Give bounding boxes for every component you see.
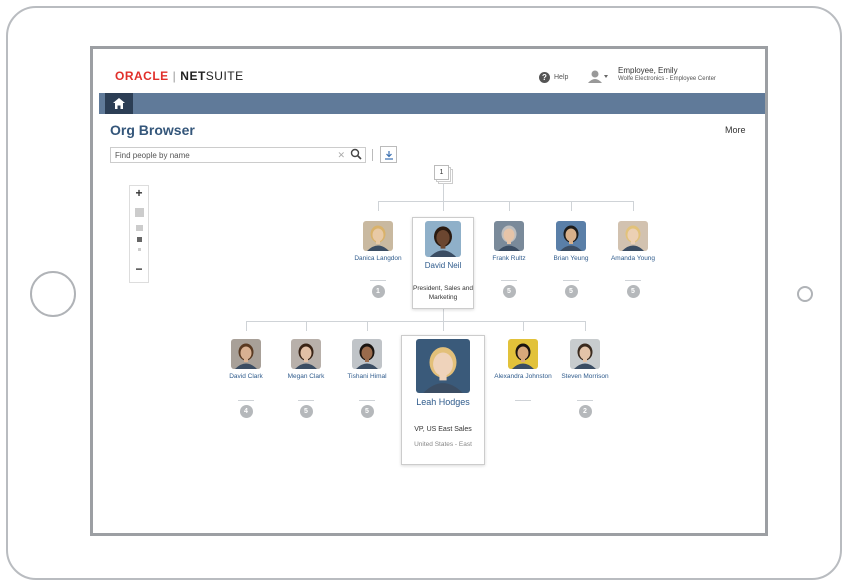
zoom-in-icon[interactable]: + <box>130 186 148 200</box>
direct-reports-badge[interactable]: 2 <box>578 405 592 418</box>
connector <box>443 183 444 201</box>
export-icon <box>384 150 393 160</box>
connector <box>443 309 444 321</box>
zoom-control: + − <box>129 185 149 283</box>
tablet-home-button <box>30 271 76 317</box>
connector <box>246 321 586 322</box>
help-icon: ? <box>539 72 550 83</box>
person-photo[interactable] <box>231 339 261 369</box>
tablet-camera <box>797 286 813 302</box>
connector <box>367 321 368 331</box>
connector <box>501 280 517 281</box>
connector <box>563 280 579 281</box>
toolbar-divider <box>372 149 373 161</box>
nav-bar <box>99 93 765 114</box>
person-photo[interactable] <box>425 221 461 257</box>
zoom-out-icon[interactable]: − <box>130 262 148 276</box>
connector <box>625 280 641 281</box>
user-icon[interactable] <box>587 69 609 83</box>
home-icon <box>113 98 125 109</box>
person-name[interactable]: Danica Langdon <box>348 255 408 263</box>
person-photo[interactable] <box>556 221 586 251</box>
suite-wordmark: SUITE <box>205 69 244 83</box>
connector <box>633 201 634 211</box>
person-name[interactable]: Megan Clark <box>276 373 336 381</box>
direct-reports-badge[interactable]: 5 <box>626 285 640 298</box>
direct-reports-badge[interactable]: 5 <box>360 405 374 418</box>
person-photo[interactable] <box>352 339 382 369</box>
direct-reports-badge[interactable]: 5 <box>564 285 578 298</box>
connector <box>577 400 593 401</box>
zoom-level-4[interactable] <box>135 208 144 217</box>
connector <box>378 201 379 211</box>
app-screen: ORACLE | NETSUITE ? Help Employee, Emily W… <box>90 46 768 536</box>
zoom-level-2[interactable] <box>137 237 142 242</box>
home-tab[interactable] <box>105 93 133 114</box>
connector <box>238 400 254 401</box>
person-name[interactable]: David Neil <box>403 261 483 271</box>
person-name[interactable]: Brian Yeung <box>541 255 601 263</box>
person-photo[interactable] <box>570 339 600 369</box>
zoom-level-3[interactable] <box>136 225 143 231</box>
page-title: Org Browser <box>110 122 195 138</box>
person-title: President, Sales and Marketing <box>413 285 473 301</box>
person-name[interactable]: Leah Hodges <box>403 397 483 408</box>
clear-icon[interactable]: ✕ <box>337 150 345 161</box>
connector <box>571 201 572 211</box>
person-name[interactable]: Steven Morrison <box>555 373 615 381</box>
person-photo[interactable] <box>363 221 393 251</box>
top-node[interactable]: 1 <box>434 165 453 184</box>
person-photo[interactable] <box>618 221 648 251</box>
connector <box>515 400 531 401</box>
person-photo[interactable] <box>508 339 538 369</box>
person-name[interactable]: Alexandra Johnston <box>493 373 553 381</box>
connector <box>370 280 386 281</box>
user-menu[interactable]: Employee, Emily Wolfe Electronics - Empl… <box>618 66 716 84</box>
connector <box>378 201 634 202</box>
export-button[interactable] <box>380 146 397 163</box>
direct-reports-badge[interactable]: 4 <box>239 405 253 418</box>
more-menu[interactable]: More <box>725 125 746 135</box>
connector <box>443 201 444 211</box>
direct-reports-badge[interactable]: 5 <box>502 285 516 298</box>
connector <box>585 321 586 331</box>
connector <box>359 400 375 401</box>
logo-separator: | <box>172 69 177 83</box>
person-photo[interactable] <box>494 221 524 251</box>
person-name[interactable]: Amanda Young <box>603 255 663 263</box>
person-title: VP, US East Sales <box>414 426 472 433</box>
help-link[interactable]: ? Help <box>539 72 568 83</box>
connector <box>509 201 510 211</box>
user-name: Employee, Emily <box>618 66 678 75</box>
top-node-count: 1 <box>434 165 449 180</box>
search-placeholder: Find people by name <box>115 151 190 160</box>
net-wordmark: NET <box>180 69 206 83</box>
connector <box>298 400 314 401</box>
top-bar: ORACLE | NETSUITE ? Help Employee, Emily W… <box>93 49 765 91</box>
person-photo[interactable] <box>416 339 470 393</box>
connector <box>523 321 524 331</box>
connector <box>246 321 247 331</box>
connector <box>306 321 307 331</box>
person-name[interactable]: Tishani Himal <box>337 373 397 381</box>
netsuite-logo[interactable]: ORACLE | NETSUITE <box>115 69 244 83</box>
person-location: United States - East <box>414 441 472 448</box>
search-input[interactable]: Find people by name ✕ <box>110 147 366 163</box>
zoom-level-1[interactable] <box>138 248 141 251</box>
search-icon[interactable] <box>350 148 362 160</box>
oracle-wordmark: ORACLE <box>115 69 169 83</box>
help-label: Help <box>554 74 569 81</box>
connector <box>443 321 444 331</box>
user-context: Wolfe Electronics - Employee Center <box>618 76 716 82</box>
direct-reports-badge[interactable]: 5 <box>299 405 313 418</box>
person-name[interactable]: Frank Rultz <box>479 255 539 263</box>
direct-reports-badge[interactable]: 1 <box>371 285 385 298</box>
person-name[interactable]: David Clark <box>216 373 276 381</box>
person-photo[interactable] <box>291 339 321 369</box>
